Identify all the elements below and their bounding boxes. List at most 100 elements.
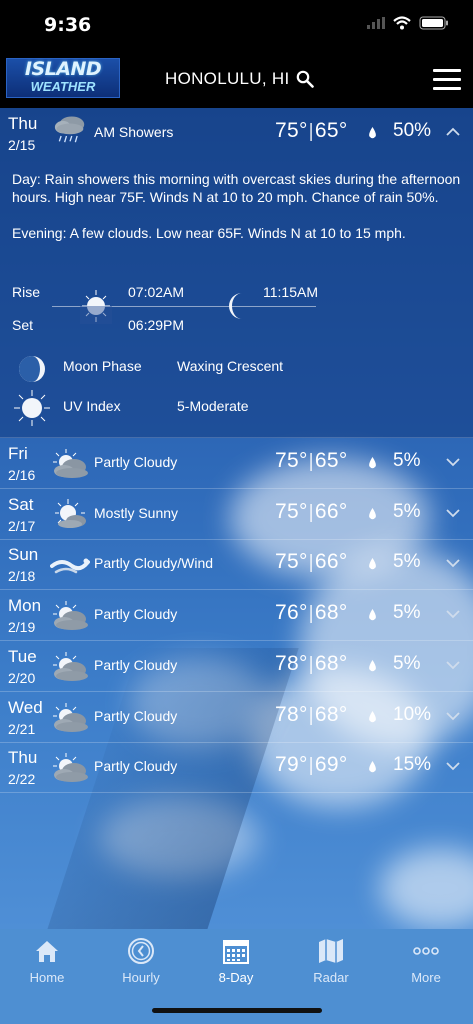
precip-chance: 10% bbox=[393, 703, 432, 725]
rise-label: Rise bbox=[12, 284, 41, 300]
temp-separator: | bbox=[308, 552, 314, 574]
forecast-row[interactable]: Tue 2/20 Partly Cloudy 78°|68° 5% bbox=[0, 641, 473, 692]
temperature-range: 78°|68° bbox=[275, 703, 348, 727]
signal-icon bbox=[367, 17, 385, 29]
temperature-range: 75°|65° bbox=[275, 449, 348, 473]
sunrise-time: 07:02AM bbox=[128, 284, 185, 300]
home-indicator bbox=[152, 1008, 322, 1013]
chevron-down-icon[interactable] bbox=[445, 758, 461, 774]
day-column: Wed 2/21 bbox=[8, 698, 43, 738]
tab-radar[interactable]: Radar bbox=[284, 937, 378, 997]
moon-phase-label: Moon Phase bbox=[63, 358, 142, 374]
low-temp: 66° bbox=[314, 550, 348, 574]
menu-button[interactable] bbox=[433, 69, 461, 91]
tab-home[interactable]: Home bbox=[0, 937, 94, 997]
raindrop-icon bbox=[369, 609, 376, 621]
app-logo[interactable]: ISLAND WEATHER bbox=[6, 58, 120, 98]
temperature-range: 76°|68° bbox=[275, 601, 348, 625]
chevron-down-icon[interactable] bbox=[445, 606, 461, 622]
day-date: 2/16 bbox=[8, 467, 36, 483]
location-selector[interactable]: HONOLULU, HI bbox=[165, 69, 314, 89]
chevron-up-icon[interactable] bbox=[445, 124, 461, 140]
forecast-row[interactable]: Wed 2/21 Partly Cloudy 78°|68° 10% bbox=[0, 692, 473, 743]
tab-label: Radar bbox=[313, 970, 349, 985]
day-column: Thu 2/22 bbox=[8, 748, 37, 788]
day-name: Tue bbox=[8, 646, 37, 666]
status-time: 9:36 bbox=[44, 14, 92, 36]
day-date: 2/21 bbox=[8, 720, 36, 737]
temperature-range: 79°|69° bbox=[275, 753, 348, 777]
search-icon[interactable] bbox=[296, 70, 314, 88]
high-temp: 78° bbox=[275, 651, 308, 675]
raindrop-icon bbox=[369, 507, 376, 519]
temperature-range: 75°|66° bbox=[275, 500, 348, 524]
chevron-down-icon[interactable] bbox=[445, 505, 461, 521]
forecast-content[interactable]: Thu 2/15 AM Showers 75°|65° 50% Day: Rai… bbox=[0, 108, 473, 929]
high-temp: 79° bbox=[275, 753, 308, 777]
set-label: Set bbox=[12, 317, 34, 333]
moon-phase-row: Moon Phase Waxing Crescent bbox=[0, 348, 473, 388]
condition-text: Partly Cloudy bbox=[94, 656, 178, 673]
sun-horizon-icon bbox=[80, 290, 112, 324]
forecast-row[interactable]: Sun 2/18 Partly Cloudy/Wind 75°|66° 5% bbox=[0, 539, 473, 591]
day-column: Sun 2/18 bbox=[8, 545, 38, 585]
moon-phase-value: Waxing Crescent bbox=[177, 358, 284, 374]
chevron-down-icon[interactable] bbox=[445, 657, 461, 673]
wifi-icon bbox=[393, 16, 411, 30]
moon-icon bbox=[229, 293, 242, 319]
high-temp: 75° bbox=[275, 449, 308, 472]
partly-cloudy-icon bbox=[53, 651, 88, 681]
tab-label: More bbox=[411, 970, 441, 985]
high-temp: 75° bbox=[275, 499, 308, 523]
expanded-day-panel[interactable]: Thu 2/15 AM Showers 75°|65° 50% Day: Rai… bbox=[0, 108, 473, 438]
temp-separator: | bbox=[308, 451, 314, 472]
temp-separator: | bbox=[308, 755, 314, 777]
more-icon bbox=[413, 947, 439, 955]
temp-separator: | bbox=[308, 653, 314, 675]
battery-icon bbox=[419, 16, 448, 30]
uv-index-label: UV Index bbox=[63, 398, 121, 414]
day-label: Day bbox=[12, 171, 37, 187]
day-column: Tue 2/20 bbox=[8, 647, 37, 687]
condition-text: Mostly Sunny bbox=[94, 504, 179, 521]
background-cloud bbox=[380, 848, 473, 928]
raindrop-icon bbox=[369, 457, 376, 469]
forecast-row[interactable]: Thu 2/22 Partly Cloudy 79°|69° 15% bbox=[0, 742, 473, 794]
low-temp: 68° bbox=[314, 702, 348, 726]
day-name: Wed bbox=[8, 697, 43, 717]
day-column: Sat 2/17 bbox=[8, 495, 35, 535]
uv-index-value: 5-Moderate bbox=[177, 398, 249, 414]
forecast-description: Day: Rain showers this morning with over… bbox=[12, 170, 464, 260]
condition-text: Partly Cloudy bbox=[94, 758, 178, 775]
precip-chance: 5% bbox=[393, 500, 421, 522]
forecast-row[interactable]: Mon 2/19 Partly Cloudy 76°|68° 5% bbox=[0, 590, 473, 642]
temp-separator: | bbox=[308, 603, 314, 625]
clock-icon bbox=[128, 938, 154, 964]
day-date: 2/15 bbox=[8, 137, 36, 153]
forecast-row[interactable]: Fri 2/16 Partly Cloudy 75°|65° 5% bbox=[0, 438, 473, 489]
raindrop-icon bbox=[369, 659, 376, 672]
raindrop-icon bbox=[369, 127, 376, 139]
hamburger-line bbox=[433, 87, 461, 90]
chevron-down-icon[interactable] bbox=[445, 454, 461, 470]
tab-8-day[interactable]: 8-Day bbox=[189, 937, 283, 997]
day-date: 2/22 bbox=[8, 771, 36, 788]
temp-separator: | bbox=[308, 121, 314, 142]
condition-text: Partly Cloudy/Wind bbox=[94, 555, 214, 572]
tab-label: Home bbox=[29, 970, 65, 985]
tab-more[interactable]: More bbox=[379, 937, 473, 997]
chevron-down-icon[interactable] bbox=[445, 708, 461, 724]
location-name: HONOLULU, HI bbox=[165, 69, 290, 88]
low-temp: 65° bbox=[314, 119, 348, 142]
chevron-down-icon[interactable] bbox=[445, 555, 461, 571]
precip-chance: 5% bbox=[393, 450, 421, 471]
hamburger-line bbox=[433, 78, 461, 81]
moon-phase-icon bbox=[19, 356, 45, 382]
forecast-row[interactable]: Sat 2/17 Mostly Sunny 75°|66° 5% bbox=[0, 489, 473, 540]
day-name: Mon bbox=[8, 596, 42, 616]
condition-text: Partly Cloudy bbox=[94, 606, 178, 623]
condition-text: Partly Cloudy bbox=[94, 454, 178, 470]
tab-hourly[interactable]: Hourly bbox=[94, 937, 188, 997]
precip-chance: 50% bbox=[393, 120, 432, 141]
temperature-range: 75°|66° bbox=[275, 550, 348, 574]
